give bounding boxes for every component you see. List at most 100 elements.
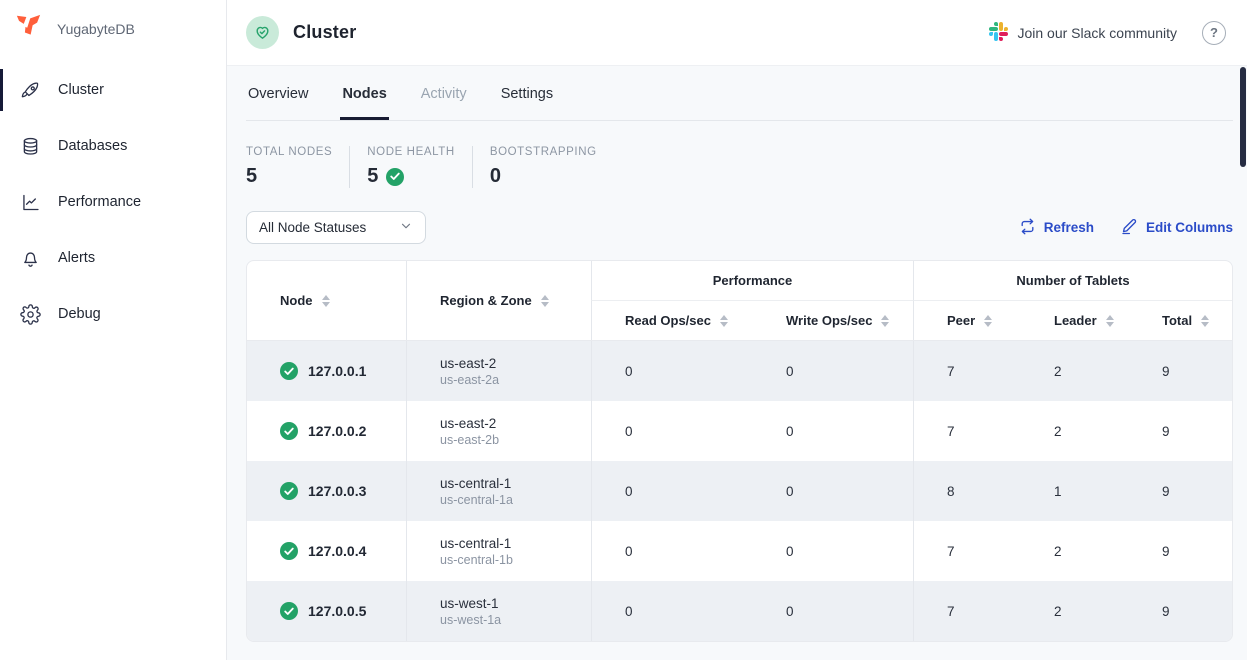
content-area: Overview Nodes Activity Settings TOTAL N… bbox=[227, 66, 1247, 660]
column-header-region-zone[interactable]: Region & Zone bbox=[406, 261, 591, 340]
page-title: Cluster bbox=[293, 22, 356, 43]
sidebar-item-cluster[interactable]: Cluster bbox=[0, 66, 226, 114]
region-name: us-west-1 bbox=[440, 596, 499, 611]
column-header-peer[interactable]: Peer bbox=[913, 301, 1021, 340]
stat-node-health: NODE HEALTH 5 bbox=[349, 146, 472, 188]
sort-icon bbox=[984, 315, 992, 327]
column-header-total[interactable]: Total bbox=[1129, 301, 1232, 340]
tab-bar: Overview Nodes Activity Settings bbox=[246, 66, 1233, 121]
bell-icon bbox=[19, 247, 41, 269]
sidebar-item-label: Databases bbox=[58, 138, 127, 154]
total-tablets-value: 9 bbox=[1129, 401, 1232, 461]
zone-name: us-east-2b bbox=[440, 433, 499, 447]
leader-tablets-value: 2 bbox=[1021, 521, 1129, 581]
tab-overview[interactable]: Overview bbox=[246, 66, 310, 120]
write-ops-value: 0 bbox=[753, 401, 913, 461]
column-header-leader[interactable]: Leader bbox=[1021, 301, 1129, 340]
sort-icon bbox=[1201, 315, 1209, 327]
sidebar-item-alerts[interactable]: Alerts bbox=[0, 234, 226, 282]
node-address: 127.0.0.5 bbox=[308, 603, 366, 619]
sidebar-item-label: Cluster bbox=[58, 82, 104, 98]
column-header-node[interactable]: Node bbox=[247, 261, 406, 340]
stat-value: 0 bbox=[490, 165, 597, 188]
slack-link-label: Join our Slack community bbox=[1017, 25, 1177, 41]
sidebar-item-performance[interactable]: Performance bbox=[0, 178, 226, 226]
rocket-icon bbox=[19, 79, 41, 101]
region-name: us-central-1 bbox=[440, 536, 511, 551]
column-header-write-ops[interactable]: Write Ops/sec bbox=[753, 301, 913, 340]
write-ops-value: 0 bbox=[753, 341, 913, 401]
slack-community-link[interactable]: Join our Slack community bbox=[989, 22, 1177, 44]
page-header: Cluster Join our Slack community ? bbox=[227, 0, 1247, 66]
slack-icon bbox=[989, 22, 1008, 44]
column-header-read-ops[interactable]: Read Ops/sec bbox=[591, 301, 753, 340]
refresh-button[interactable]: Refresh bbox=[1019, 218, 1094, 238]
node-address: 127.0.0.3 bbox=[308, 483, 366, 499]
table-row[interactable]: 127.0.0.5 us-west-1 us-west-1a 0 0 7 2 9 bbox=[247, 581, 1232, 641]
node-address: 127.0.0.4 bbox=[308, 543, 366, 559]
tab-settings[interactable]: Settings bbox=[499, 66, 555, 120]
node-healthy-icon bbox=[280, 542, 298, 560]
refresh-icon bbox=[1019, 218, 1036, 238]
edit-columns-label: Edit Columns bbox=[1146, 220, 1233, 235]
zone-name: us-central-1a bbox=[440, 493, 513, 507]
yugabytedb-logo-icon bbox=[13, 11, 44, 47]
node-healthy-icon bbox=[280, 422, 298, 440]
table-row[interactable]: 127.0.0.2 us-east-2 us-east-2b 0 0 7 2 9 bbox=[247, 401, 1232, 461]
table-row[interactable]: 127.0.0.3 us-central-1 us-central-1a 0 0… bbox=[247, 461, 1232, 521]
region-name: us-east-2 bbox=[440, 356, 496, 371]
write-ops-value: 0 bbox=[753, 521, 913, 581]
node-status-filter[interactable]: All Node Statuses bbox=[246, 211, 426, 244]
table-row[interactable]: 127.0.0.1 us-east-2 us-east-2a 0 0 7 2 9 bbox=[247, 341, 1232, 401]
stat-label: BOOTSTRAPPING bbox=[490, 146, 597, 158]
total-tablets-value: 9 bbox=[1129, 341, 1232, 401]
sidebar-item-databases[interactable]: Databases bbox=[0, 122, 226, 170]
stats-row: TOTAL NODES 5 NODE HEALTH 5 BOOTSTRAPPIN… bbox=[246, 146, 1233, 188]
region-name: us-central-1 bbox=[440, 476, 511, 491]
sort-icon bbox=[541, 295, 549, 307]
stat-value: 5 bbox=[246, 165, 332, 188]
leader-tablets-value: 1 bbox=[1021, 461, 1129, 521]
stat-label: NODE HEALTH bbox=[367, 146, 455, 158]
chart-icon bbox=[19, 191, 41, 213]
edit-columns-button[interactable]: Edit Columns bbox=[1120, 217, 1233, 238]
tab-nodes[interactable]: Nodes bbox=[340, 66, 388, 120]
sidebar-item-label: Alerts bbox=[58, 250, 95, 266]
sidebar-item-label: Performance bbox=[58, 194, 141, 210]
read-ops-value: 0 bbox=[591, 341, 753, 401]
zone-name: us-central-1b bbox=[440, 553, 513, 567]
node-address: 127.0.0.2 bbox=[308, 423, 366, 439]
nodes-table-header: Node Region & Zone Performance Number of… bbox=[247, 261, 1232, 341]
sidebar-nav: Cluster Databases bbox=[0, 58, 226, 338]
column-group-tablets: Number of Tablets bbox=[913, 261, 1232, 301]
read-ops-value: 0 bbox=[591, 581, 753, 641]
brand-name: YugabyteDB bbox=[57, 21, 135, 37]
leader-tablets-value: 2 bbox=[1021, 401, 1129, 461]
nodes-table: Node Region & Zone Performance Number of… bbox=[246, 260, 1233, 642]
brand: YugabyteDB bbox=[0, 0, 226, 58]
table-toolbar: All Node Statuses bbox=[246, 211, 1233, 244]
leader-tablets-value: 2 bbox=[1021, 341, 1129, 401]
peer-tablets-value: 7 bbox=[913, 581, 1021, 641]
write-ops-value: 0 bbox=[753, 581, 913, 641]
stat-total-nodes: TOTAL NODES 5 bbox=[246, 146, 349, 188]
sort-icon bbox=[881, 315, 889, 327]
main-panel: Cluster Join our Slack community ? bbox=[227, 0, 1247, 660]
vertical-scrollbar[interactable] bbox=[1240, 67, 1246, 167]
help-icon[interactable]: ? bbox=[1202, 21, 1226, 45]
node-healthy-icon bbox=[280, 362, 298, 380]
sidebar-item-debug[interactable]: Debug bbox=[0, 290, 226, 338]
tab-activity[interactable]: Activity bbox=[419, 66, 469, 120]
stat-value: 5 bbox=[367, 165, 378, 188]
node-healthy-icon bbox=[280, 602, 298, 620]
node-address: 127.0.0.1 bbox=[308, 363, 366, 379]
peer-tablets-value: 7 bbox=[913, 401, 1021, 461]
pencil-icon bbox=[1120, 217, 1138, 238]
read-ops-value: 0 bbox=[591, 401, 753, 461]
sort-icon bbox=[1106, 315, 1114, 327]
peer-tablets-value: 8 bbox=[913, 461, 1021, 521]
table-row[interactable]: 127.0.0.4 us-central-1 us-central-1b 0 0… bbox=[247, 521, 1232, 581]
zone-name: us-east-2a bbox=[440, 373, 499, 387]
column-group-performance: Performance bbox=[591, 261, 913, 301]
peer-tablets-value: 7 bbox=[913, 341, 1021, 401]
